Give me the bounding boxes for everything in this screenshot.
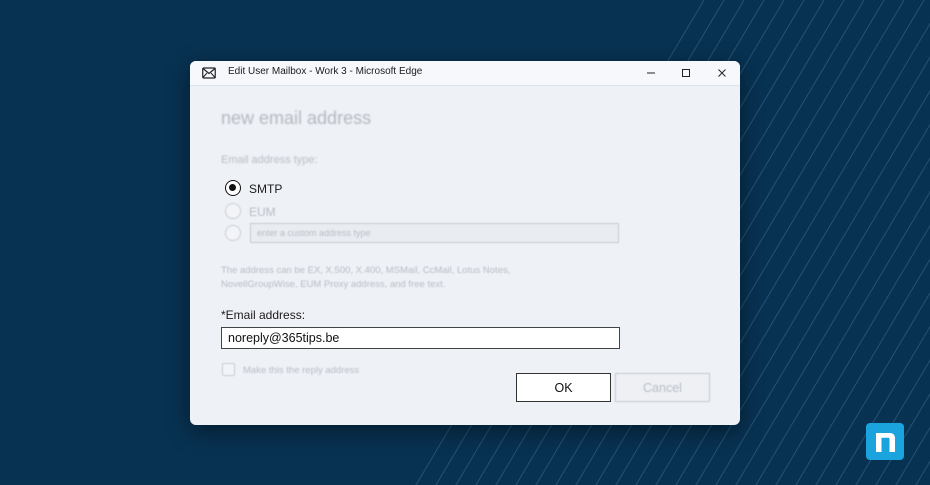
help-line-2: NovellGroupWise, EUM Proxy address, and … <box>221 279 446 290</box>
maximize-icon <box>682 69 690 77</box>
minimize-icon <box>647 72 655 74</box>
reply-address-checkbox[interactable] <box>222 363 235 376</box>
cancel-button[interactable]: Cancel <box>615 373 710 402</box>
radio-eum[interactable] <box>225 203 241 219</box>
address-type-label: Email address type: <box>221 154 318 166</box>
n-logo-icon <box>866 423 904 460</box>
radio-eum-label: EUM <box>249 205 276 219</box>
mail-icon <box>202 67 216 79</box>
help-line-1: The address can be EX, X.500, X.400, MSM… <box>221 265 511 276</box>
n-logo-glyph <box>876 433 895 452</box>
ok-button[interactable]: OK <box>516 373 611 402</box>
radio-custom[interactable] <box>225 225 241 241</box>
window-title: Edit User Mailbox - Work 3 - Microsoft E… <box>228 66 423 77</box>
close-icon <box>718 69 726 77</box>
dialog-content: new email address Email address type: SM… <box>190 86 740 425</box>
email-address-input[interactable]: noreply@365tips.be <box>221 327 620 349</box>
maximize-button[interactable] <box>668 61 704 85</box>
radio-smtp[interactable] <box>225 180 241 196</box>
email-address-label: *Email address: <box>221 308 306 322</box>
title-bar: Edit User Mailbox - Work 3 - Microsoft E… <box>190 61 740 86</box>
page-title: new email address <box>221 108 372 128</box>
close-button[interactable] <box>704 61 740 85</box>
custom-address-type-input[interactable]: enter a custom address type <box>250 223 619 243</box>
reply-address-label: Make this the reply address <box>243 365 360 376</box>
radio-smtp-label: SMTP <box>249 182 283 196</box>
minimize-button[interactable] <box>633 61 669 85</box>
dialog-window: Edit User Mailbox - Work 3 - Microsoft E… <box>190 61 740 425</box>
address-help-text: The address can be EX, X.500, X.400, MSM… <box>221 264 601 292</box>
